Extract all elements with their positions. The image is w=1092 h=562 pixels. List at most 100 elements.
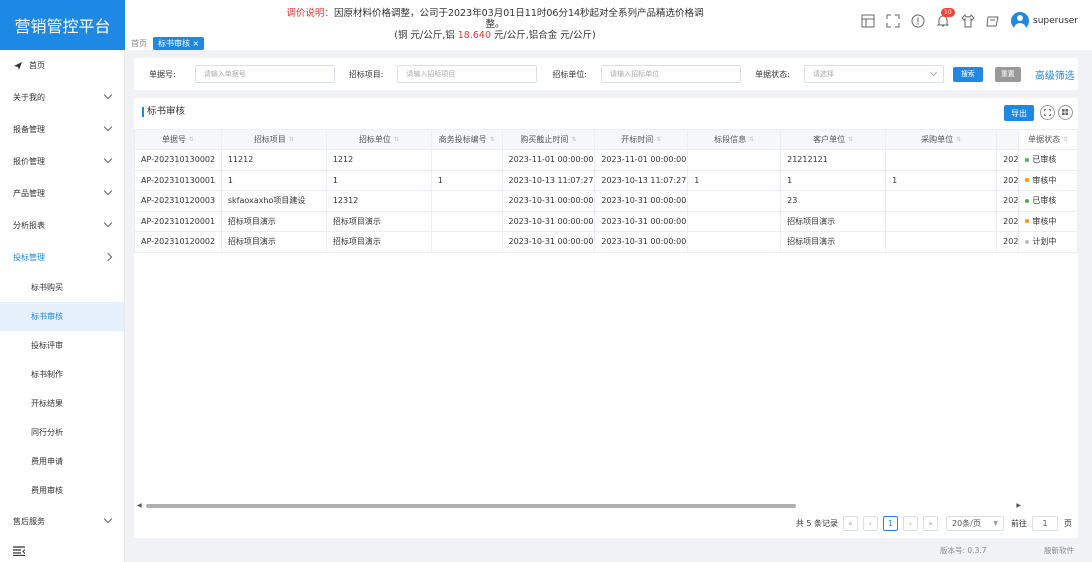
notice-prefix: 调价说明： [286,8,334,19]
sidebar-subitem-peer-analysis[interactable]: 同行分析 [0,418,124,447]
username[interactable]: superuser [1033,16,1078,26]
export-button[interactable]: 导出 [1004,105,1034,121]
version-label: 版本号: 0.3.7 [940,546,987,555]
user-avatar[interactable] [1011,12,1030,30]
shirt-icon[interactable] [961,14,975,28]
table-cell [885,210,998,232]
horizontal-scrollbar-thumb[interactable] [146,504,796,508]
sidebar-item-home[interactable]: 首页 [0,50,124,81]
table-cell: 11212 [220,149,327,171]
col-project[interactable]: 招标项目 ⇅ [220,129,327,150]
goto-page-input[interactable]: 1 [1032,516,1058,531]
table-row[interactable]: AP-202310130002 11212 1212 2023-11-01 00:00… [134,149,1078,171]
sidebar-item-bid[interactable]: 投标管理 [0,241,124,273]
page-size-select[interactable]: 20条/页 ▼ [946,516,1004,531]
tab-bid-review[interactable]: 标书审核 × [153,36,205,50]
sidebar-subitem-bid-purchase[interactable]: 标书购买 [0,273,124,302]
col-unit[interactable]: 招标单位 ⇅ [325,129,432,150]
sidebar-item-analysis[interactable]: 分析报表 [0,209,124,241]
advanced-filter-link[interactable]: 高级筛选 [1035,67,1075,82]
sort-icon[interactable]: ⇅ [956,136,961,143]
sort-icon[interactable]: ⇅ [394,136,399,143]
fullscreen-circle-icon[interactable] [1040,105,1055,120]
sidebar-subitem-expense-review[interactable]: 费用审核 [0,476,124,505]
sidebar-item-baobei[interactable]: 报备管理 [0,113,124,145]
col-section[interactable]: 标段信息 ⇅ [687,129,782,150]
tab-home[interactable]: 首页 [125,38,153,49]
sidebar-item-label: 产品管理 [13,188,45,198]
sidebar-item-baojia[interactable]: 报价管理 [0,145,124,177]
sidebar-subitem-expense-apply[interactable]: 费用申请 [0,447,124,476]
reset-button[interactable]: 重置 [994,66,1021,82]
fullscreen-icon[interactable] [886,14,900,28]
search-button[interactable]: 搜索 [952,66,983,82]
tabs-bar: 首页 标书审核 × [125,36,205,50]
horizontal-scrollbar-track[interactable]: ◀ ▶ [134,502,1021,510]
sort-icon[interactable]: ⇅ [749,136,754,143]
sidebar-subitem-bid-making[interactable]: 标书制作 [0,360,124,389]
chevron-down-icon [103,122,113,132]
col-label: 招标单位 [358,135,391,144]
table-row[interactable]: AP-202310120002 招标项目演示 招标项目演示 2023-10-31 00… [134,231,1078,253]
table-cell: 已审核 [1018,190,1078,212]
doc-no-input[interactable]: 请输入单据号 [194,65,335,83]
top-header: 调价说明：因原材料价格调整，公司于2023年03月01日11时06分14秒起对全… [125,0,1092,50]
table-row[interactable]: AP-202310130001 1 1 1 2023-10-13 11:07:27 202… [134,169,1078,191]
table-cell: 招标项目演示 [220,210,327,232]
col-label: 采购单位 [921,135,954,144]
col-status[interactable]: 单据状态 ⇅ [1018,129,1078,150]
sort-icon[interactable]: ⇅ [1063,136,1068,143]
col-customer[interactable]: 客户单位 ⇅ [780,129,887,150]
page-number-current[interactable]: 1 [883,516,898,531]
sort-icon[interactable]: ⇅ [571,136,576,143]
sort-icon[interactable]: ⇅ [289,136,294,143]
alert-icon[interactable] [911,14,925,28]
col-doc-no[interactable]: 单据号 ⇅ [134,129,222,150]
col-deadline[interactable]: 购买截止时间 ⇅ [501,129,596,150]
sort-icon[interactable]: ⇅ [189,136,194,143]
bell-icon[interactable]: 10 [936,8,955,28]
scroll-left-arrow-icon[interactable]: ◀ [137,502,142,509]
status-dot-icon [1025,157,1030,162]
col-open-time[interactable]: 开标时间 ⇅ [594,129,689,150]
layout-icon[interactable] [861,14,875,28]
table-cell [430,190,503,212]
next-page-button[interactable]: › [903,516,918,531]
scroll-right-arrow-icon[interactable]: ▶ [1016,502,1021,509]
sort-icon[interactable]: ⇅ [490,136,495,143]
project-input[interactable]: 请输入招标项目 [397,65,538,83]
sidebar-item-product[interactable]: 产品管理 [0,177,124,209]
status-badge: 审核中 [1032,175,1057,185]
table-cell: 招标项目演示 [325,231,432,253]
sidebar-item-aftersale[interactable]: 售后服务 [0,505,124,537]
col-label: 开标时间 [621,135,654,144]
col-purchaser[interactable]: 采购单位 ⇅ [885,129,998,150]
table-cell: 2023-10-31 00:00:00 [501,231,596,253]
filter-unit-label: 招标单位: [552,69,588,79]
skin-icon[interactable] [986,14,1000,28]
chevron-down-icon [103,514,113,524]
table-cell: 2023-11-01 00:00:00 [594,149,689,171]
sidebar-subitem-bid-review[interactable]: 标书审核 [0,302,124,331]
goto-label: 前往 [1011,519,1027,528]
prev-page-button[interactable]: ‹ [863,516,878,531]
table-row[interactable]: AP-202310120001 招标项目演示 招标项目演示 2023-10-31 00… [134,210,1078,232]
sort-icon[interactable]: ⇅ [848,136,853,143]
table-row[interactable]: AP-202310120003 skfaoxaxho项目建设 12312 2023-1… [134,190,1078,212]
sidebar-subitem-bid-evaluation[interactable]: 投标评审 [0,331,124,360]
sidebar-item-about[interactable]: 关于我的 [0,81,124,113]
menu-collapse-icon[interactable] [13,546,25,556]
col-biz-no[interactable]: 商务投标编号 ⇅ [430,129,503,150]
filter-doc-no-label: 单据号: [149,69,176,79]
tab-close-icon[interactable]: × [193,39,200,48]
table-cell: 审核中 [1018,169,1078,191]
first-page-button[interactable]: « [843,516,858,531]
table-cell [885,190,998,212]
last-page-button[interactable]: » [923,516,938,531]
unit-input[interactable]: 请输入招标单位 [601,65,742,83]
caret-down-icon: ▼ [993,520,998,527]
sort-icon[interactable]: ⇅ [656,136,661,143]
status-select[interactable]: 请选择 [803,65,944,83]
column-settings-icon[interactable] [1058,105,1073,120]
sidebar-subitem-bid-result[interactable]: 开标结果 [0,389,124,418]
